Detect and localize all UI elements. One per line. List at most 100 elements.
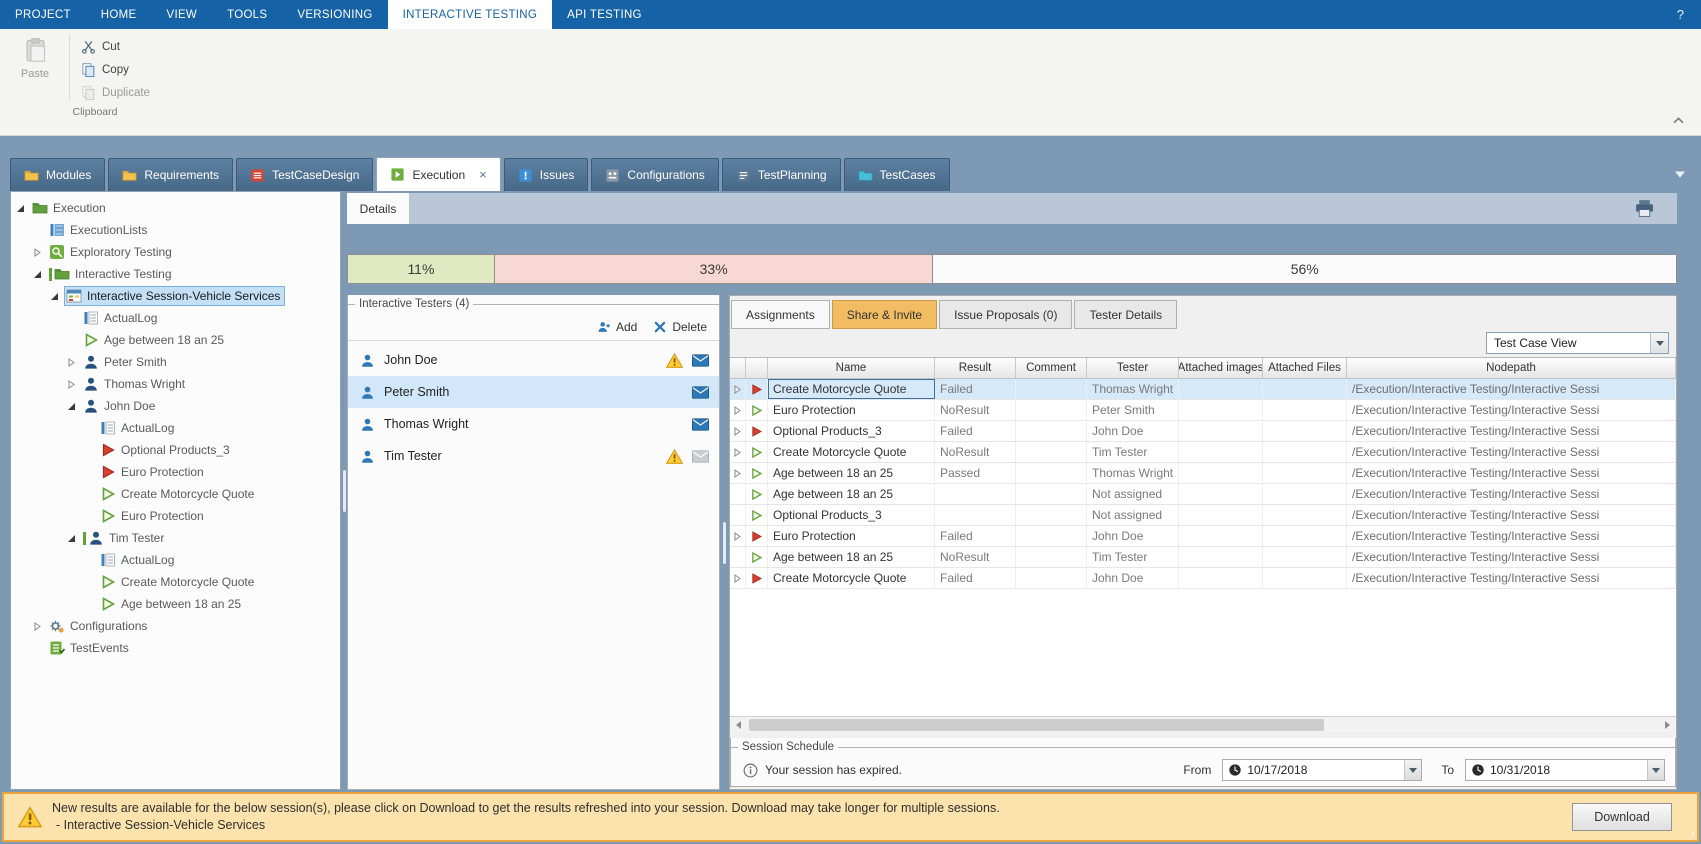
view-select-arrow[interactable] (1650, 333, 1668, 353)
table-row[interactable]: Age between 18 an 25Not assigned/Executi… (730, 484, 1676, 505)
tree-item-executionlists[interactable]: ExecutionLists (11, 219, 340, 241)
table-row[interactable]: Create Motorcycle QuoteNoResultTim Teste… (730, 442, 1676, 463)
tab-details[interactable]: Details (347, 193, 409, 224)
column-header-attached-images[interactable]: Attached images (1179, 358, 1263, 378)
tab-execution[interactable]: Execution× (376, 157, 500, 191)
tree-item-euro-protection[interactable]: Euro Protection (11, 461, 340, 483)
add-tester-button[interactable]: Add (597, 320, 637, 334)
tree-item-interactive-testing[interactable]: Interactive Testing (11, 263, 340, 285)
column-header-comment[interactable]: Comment (1016, 358, 1087, 378)
expander-expanded-icon[interactable] (50, 291, 62, 301)
tree-item-interactive-session-vehicle-services[interactable]: Interactive Session-Vehicle Services (11, 285, 340, 307)
expand-corner-icon[interactable]: › (1691, 828, 1695, 840)
tree-item-peter-smith[interactable]: Peter Smith (11, 351, 340, 373)
row-expander-icon[interactable] (733, 406, 742, 415)
scroll-right-button[interactable] (1659, 717, 1676, 732)
scroll-left-button[interactable] (730, 717, 747, 732)
tree-item-tim-tester[interactable]: Tim Tester (11, 527, 340, 549)
copy-button[interactable]: Copy (74, 58, 157, 81)
tab-issues[interactable]: Issues (504, 158, 589, 191)
tree-item-actuallog[interactable]: ActualLog (11, 549, 340, 571)
tab-modules[interactable]: Modules (10, 158, 105, 191)
tree-item-create-motorcycle-quote[interactable]: Create Motorcycle Quote (11, 571, 340, 593)
download-button[interactable]: Download (1572, 803, 1672, 831)
table-row[interactable]: Optional Products_3Not assigned/Executio… (730, 505, 1676, 526)
column-header-result[interactable]: Result (935, 358, 1016, 378)
menu-item-view[interactable]: VIEW (151, 0, 212, 29)
expander-collapsed-icon[interactable] (67, 379, 79, 389)
expander-expanded-icon[interactable] (67, 401, 79, 411)
tree-item-age-between-18-an-25[interactable]: Age between 18 an 25 (11, 593, 340, 615)
column-header-name[interactable]: Name (768, 358, 935, 378)
paste-button[interactable]: Paste (5, 31, 65, 81)
duplicate-button[interactable]: Duplicate (74, 81, 157, 104)
from-date-picker[interactable]: 10/17/2018 (1222, 759, 1422, 781)
tester-item-thomas-wright[interactable]: Thomas Wright (348, 408, 719, 440)
to-date-dropdown[interactable] (1647, 760, 1664, 780)
tester-item-john-doe[interactable]: John Doe (348, 344, 719, 376)
to-date-picker[interactable]: 10/31/2018 (1465, 759, 1665, 781)
tree-item-exploratory-testing[interactable]: Exploratory Testing (11, 241, 340, 263)
row-expander-icon[interactable] (733, 532, 742, 541)
row-expander-icon[interactable] (733, 385, 742, 394)
column-header-tester[interactable]: Tester (1087, 358, 1179, 378)
tab-issue-proposals-0[interactable]: Issue Proposals (0) (939, 300, 1072, 329)
ribbon-collapse-button[interactable] (1667, 112, 1689, 128)
expander-collapsed-icon[interactable] (33, 621, 45, 631)
tree-item-create-motorcycle-quote[interactable]: Create Motorcycle Quote (11, 483, 340, 505)
menu-item-versioning[interactable]: VERSIONING (282, 0, 387, 29)
table-row[interactable]: Optional Products_3FailedJohn Doe/Execut… (730, 421, 1676, 442)
print-button[interactable] (1634, 199, 1655, 218)
tab-assignments[interactable]: Assignments (731, 300, 830, 329)
tab-list-dropdown[interactable] (1675, 167, 1685, 174)
from-date-dropdown[interactable] (1404, 760, 1421, 780)
tree-item-execution[interactable]: Execution (11, 197, 340, 219)
tree-item-configurations[interactable]: Configurations (11, 615, 340, 637)
tab-tester-details[interactable]: Tester Details (1074, 300, 1177, 329)
horizontal-scrollbar[interactable] (730, 716, 1676, 732)
expander-collapsed-icon[interactable] (67, 357, 79, 367)
expander-expanded-icon[interactable] (67, 533, 79, 543)
tab-testcases[interactable]: TestCases (844, 158, 950, 191)
tree-item-euro-protection[interactable]: Euro Protection (11, 505, 340, 527)
expander-collapsed-icon[interactable] (33, 247, 45, 257)
panel-splitter[interactable] (720, 295, 729, 790)
expander-expanded-icon[interactable] (33, 269, 45, 279)
row-expander-icon[interactable] (733, 574, 742, 583)
close-icon[interactable]: × (479, 168, 487, 181)
row-expander-icon[interactable] (733, 469, 742, 478)
table-row[interactable]: Age between 18 an 25NoResultTim Tester/E… (730, 547, 1676, 568)
tab-configurations[interactable]: Configurations (591, 158, 718, 191)
expander-expanded-icon[interactable] (16, 203, 28, 213)
tree-item-actuallog[interactable]: ActualLog (11, 307, 340, 329)
delete-tester-button[interactable]: Delete (653, 320, 707, 334)
table-row[interactable]: Age between 18 an 25PassedThomas Wright/… (730, 463, 1676, 484)
menu-item-interactive-testing[interactable]: INTERACTIVE TESTING (388, 0, 553, 29)
tab-testplanning[interactable]: TestPlanning (722, 158, 841, 191)
tree-item-testevents[interactable]: TestEvents (11, 637, 340, 659)
tree-item-age-between-18-an-25[interactable]: Age between 18 an 25 (11, 329, 340, 351)
help-button[interactable]: ? (1660, 0, 1701, 29)
menu-item-tools[interactable]: TOOLS (212, 0, 282, 29)
table-row[interactable]: Create Motorcycle QuoteFailedJohn Doe/Ex… (730, 568, 1676, 589)
table-row[interactable]: Euro ProtectionFailedJohn Doe/Execution/… (730, 526, 1676, 547)
menu-item-home[interactable]: HOME (86, 0, 152, 29)
tab-testcasedesign[interactable]: TestCaseDesign (236, 158, 373, 191)
column-header-nodepath[interactable]: Nodepath (1347, 358, 1676, 378)
row-expander-icon[interactable] (733, 427, 742, 436)
tab-requirements[interactable]: Requirements (108, 158, 233, 191)
tree-item-john-doe[interactable]: John Doe (11, 395, 340, 417)
menu-item-project[interactable]: PROJECT (0, 0, 86, 29)
tree-item-optional-products-3[interactable]: Optional Products_3 (11, 439, 340, 461)
tester-item-peter-smith[interactable]: Peter Smith (348, 376, 719, 408)
scrollbar-track[interactable] (747, 717, 1659, 732)
column-header-attached-files[interactable]: Attached Files (1263, 358, 1347, 378)
table-row[interactable]: Create Motorcycle QuoteFailedThomas Wrig… (730, 379, 1676, 400)
cut-button[interactable]: Cut (74, 35, 157, 58)
view-select[interactable]: Test Case View (1486, 332, 1669, 354)
menu-item-api-testing[interactable]: API TESTING (552, 0, 657, 29)
tree-item-actuallog[interactable]: ActualLog (11, 417, 340, 439)
table-row[interactable]: Euro ProtectionNoResultPeter Smith/Execu… (730, 400, 1676, 421)
tree-item-thomas-wright[interactable]: Thomas Wright (11, 373, 340, 395)
tester-item-tim-tester[interactable]: Tim Tester (348, 440, 719, 472)
